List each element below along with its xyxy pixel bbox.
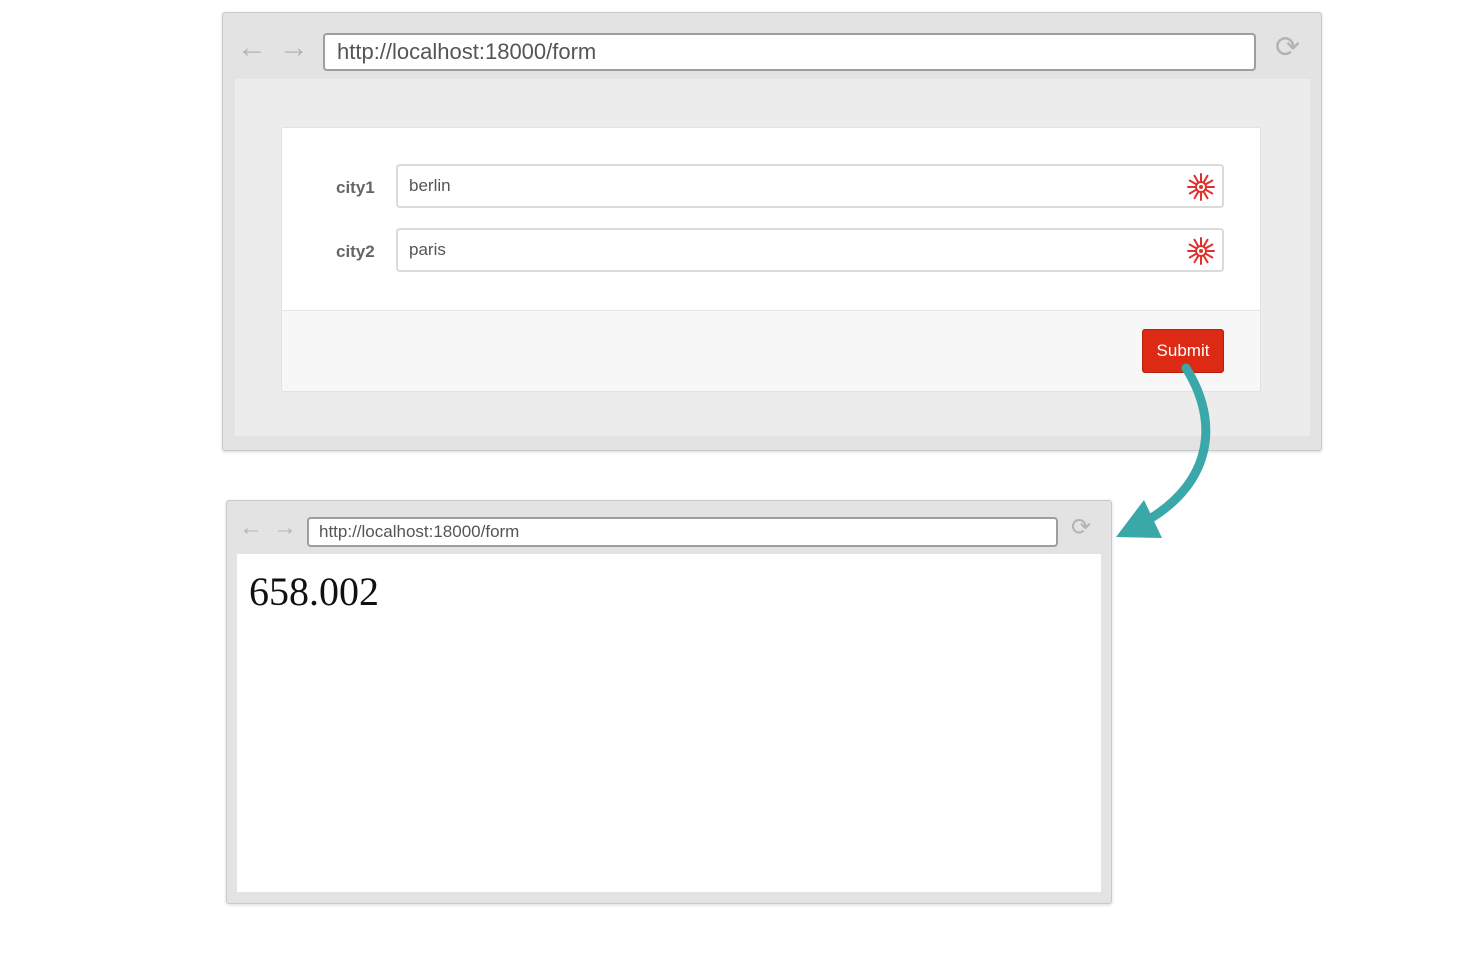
city1-input[interactable]: berlin <box>396 164 1224 208</box>
form-card: city1 berlin city2 paris Submit <box>281 127 1261 392</box>
forward-arrow-icon[interactable]: → <box>279 33 309 63</box>
city2-input-value: paris <box>409 240 446 259</box>
form-row-city1: city1 berlin <box>282 164 1260 210</box>
snowflake-icon[interactable] <box>1186 236 1216 266</box>
address-bar[interactable]: http://localhost:18000/form <box>323 33 1256 71</box>
reload-icon[interactable]: ⟳ <box>1275 33 1300 63</box>
city2-input[interactable]: paris <box>396 228 1224 272</box>
back-arrow-icon[interactable]: ← <box>239 516 263 540</box>
snowflake-icon[interactable] <box>1186 172 1216 202</box>
address-bar-url: http://localhost:18000/form <box>337 39 597 64</box>
address-bar[interactable]: http://localhost:18000/form <box>307 517 1058 547</box>
address-bar-url: http://localhost:18000/form <box>319 522 520 541</box>
back-arrow-icon[interactable]: ← <box>237 33 267 63</box>
city2-label: city2 <box>336 242 375 261</box>
page-viewport: 658.002 <box>237 554 1101 892</box>
reload-icon[interactable]: ⟳ <box>1071 516 1091 540</box>
curved-arrow-icon <box>1116 363 1211 538</box>
browser-window-result: ← → http://localhost:18000/form ⟳ 658.00… <box>226 500 1112 904</box>
form-row-city2: city2 paris <box>282 228 1260 274</box>
city1-label: city1 <box>336 178 375 197</box>
result-value: 658.002 <box>249 569 379 614</box>
forward-arrow-icon[interactable]: → <box>273 516 297 540</box>
city1-input-value: berlin <box>409 176 451 195</box>
